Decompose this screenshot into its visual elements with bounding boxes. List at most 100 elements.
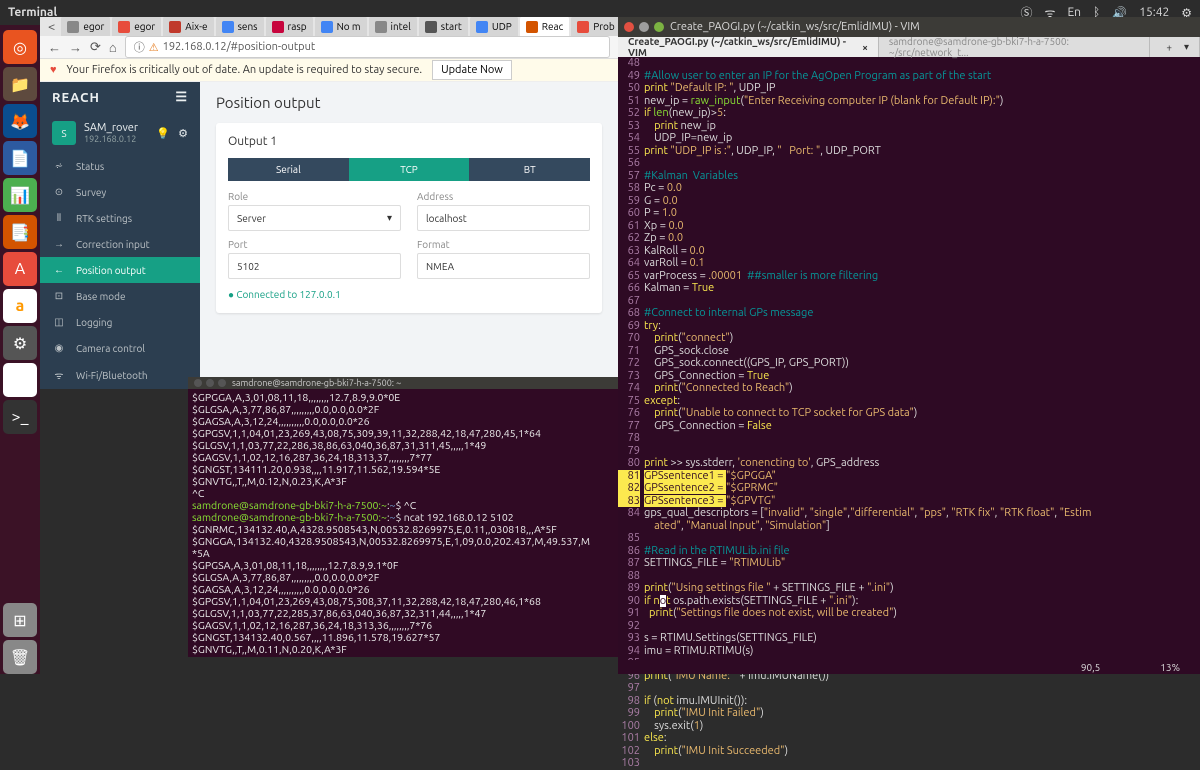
- connection-status: ● Connected to 127.0.0.1: [228, 289, 590, 301]
- update-warning-bar: ♥ Your Firefox is critically out of date…: [40, 59, 618, 82]
- output-card: Output 1 SerialTCPBT Role Server▾ Addres…: [216, 123, 602, 313]
- chevron-down-icon: ▾: [387, 212, 392, 224]
- close-icon[interactable]: [624, 22, 634, 32]
- terminal-tab[interactable]: samdrone@samdrone-gb-bki7-h-a-7500: ~/sr…: [879, 37, 1150, 57]
- firefox-tab-strip: < egoregorAix-esensraspNo mintelstartUDP…: [40, 17, 618, 36]
- address-input[interactable]: localhost: [417, 205, 590, 231]
- heart-icon: ♥: [50, 64, 57, 76]
- device-name: SAM_rover: [84, 122, 148, 134]
- vim-terminal-window[interactable]: Create_PAOGI.py (~/catkin_ws/src/EmlidIM…: [618, 17, 1200, 674]
- cursor-pos: 90,5: [1081, 662, 1100, 673]
- reach-device-header: S SAM_rover 192.168.0.12 💡 ⚙: [40, 113, 200, 153]
- back-button[interactable]: ←: [48, 40, 61, 55]
- minimize-icon[interactable]: [206, 379, 214, 387]
- role-label: Role: [228, 191, 401, 202]
- tab-menu-icon[interactable]: ▾: [1184, 41, 1189, 53]
- terminal-content[interactable]: $GPGGA,A,3,01,08,11,18,,,,,,,,12.7,8.9,9…: [188, 389, 618, 657]
- protocol-tabs: SerialTCPBT: [228, 158, 590, 181]
- scroll-pct: 13%: [1160, 662, 1180, 673]
- launcher-files[interactable]: 📁: [3, 67, 37, 101]
- gear-icon[interactable]: ⚙: [178, 127, 188, 140]
- role-select[interactable]: Server▾: [228, 205, 401, 231]
- sidebar-item-rtk-settings[interactable]: ⫴RTK settings: [40, 205, 200, 231]
- sidebar-item-correction-input[interactable]: →Correction input: [40, 231, 200, 257]
- gnome-terminal-window[interactable]: samdrone@samdrone-gb-bki7-h-a-7500: ~ $G…: [188, 377, 618, 657]
- launcher-amazon[interactable]: a: [3, 289, 37, 323]
- tab-tcp[interactable]: TCP: [349, 158, 470, 181]
- browser-tab[interactable]: Prob: [571, 17, 618, 36]
- maximize-icon[interactable]: [218, 379, 226, 387]
- launcher-software[interactable]: A: [3, 252, 37, 286]
- launcher-writer[interactable]: 📄: [3, 141, 37, 175]
- device-avatar: S: [52, 121, 76, 145]
- sidebar-item-position-output[interactable]: ←Position output: [40, 257, 200, 283]
- update-now-button[interactable]: Update Now: [432, 60, 512, 80]
- port-input[interactable]: 5102: [228, 253, 401, 279]
- reach-main: Position output Output 1 SerialTCPBT Rol…: [200, 82, 618, 389]
- browser-tab[interactable]: egor: [112, 17, 161, 36]
- minimize-icon[interactable]: [639, 22, 649, 32]
- format-label: Format: [417, 239, 590, 250]
- format-select[interactable]: NMEA: [417, 253, 590, 279]
- hazard-icon: ⚠: [149, 41, 159, 54]
- address-label: Address: [417, 191, 590, 202]
- warning-text: Your Firefox is critically out of date. …: [67, 64, 423, 76]
- close-icon[interactable]: ×: [862, 42, 868, 53]
- sidebar-item-wi-fi-bluetooth[interactable]: ᯤWi-Fi/Bluetooth: [40, 361, 200, 389]
- browser-tab[interactable]: No m: [315, 17, 367, 36]
- site-info-icon[interactable]: ⓘ: [134, 39, 145, 55]
- terminal-tab[interactable]: Create_PAOGI.py (~/catkin_ws/src/EmlidIM…: [618, 37, 879, 57]
- ubuntu-launcher: ◎ 📁 🦊 📄 📊 📑 A a ⚙ ◉ >_ ⊞ 🗑: [0, 25, 40, 674]
- firefox-window: < egoregorAix-esensraspNo mintelstartUDP…: [40, 17, 618, 389]
- launcher-impress[interactable]: 📑: [3, 215, 37, 249]
- lightbulb-icon[interactable]: 💡: [156, 127, 170, 140]
- menu-icon[interactable]: ☰: [175, 90, 188, 105]
- new-tab-button[interactable]: +: [1160, 42, 1178, 53]
- card-title: Output 1: [228, 135, 590, 148]
- terminal-tabs: Create_PAOGI.py (~/catkin_ws/src/EmlidIM…: [618, 37, 1200, 57]
- device-ip: 192.168.0.12: [84, 134, 148, 144]
- url-text: 192.168.0.12/#position-output: [163, 41, 316, 53]
- launcher-trash[interactable]: 🗑: [3, 640, 37, 674]
- reach-logo: REACH ☰: [40, 82, 200, 113]
- vim-titlebar: Create_PAOGI.py (~/catkin_ws/src/EmlidIM…: [618, 17, 1200, 37]
- sidebar-item-base-mode[interactable]: ⊡Base mode: [40, 283, 200, 309]
- launcher-extra-1[interactable]: ⊞: [3, 603, 37, 637]
- browser-tab[interactable]: rasp: [266, 17, 313, 36]
- sidebar-item-status[interactable]: ⩫Status: [40, 153, 200, 179]
- browser-tab[interactable]: start: [419, 17, 468, 36]
- close-icon[interactable]: [194, 379, 202, 387]
- browser-tab[interactable]: Reac: [520, 17, 570, 36]
- launcher-settings[interactable]: ⚙: [3, 326, 37, 360]
- launcher-calc[interactable]: 📊: [3, 178, 37, 212]
- back-tab-chevron[interactable]: <: [44, 20, 59, 34]
- tab-serial[interactable]: Serial: [228, 158, 349, 181]
- launcher-firefox[interactable]: 🦊: [3, 104, 37, 138]
- browser-tab[interactable]: sens: [216, 17, 264, 36]
- browser-tab[interactable]: UDP: [470, 17, 518, 36]
- browser-tab[interactable]: Aix-e: [163, 17, 213, 36]
- page-title: Position output: [216, 94, 602, 111]
- launcher-terminal[interactable]: >_: [3, 400, 37, 434]
- terminal-title: samdrone@samdrone-gb-bki7-h-a-7500: ~: [232, 378, 401, 388]
- launcher-ubuntu[interactable]: ◎: [3, 30, 37, 64]
- home-button[interactable]: ⌂: [109, 40, 117, 55]
- firefox-toolbar: ← → ⟳ ⌂ ⓘ ⚠ 192.168.0.12/#position-outpu…: [40, 36, 618, 59]
- browser-tab[interactable]: intel: [369, 17, 417, 36]
- url-bar[interactable]: ⓘ ⚠ 192.168.0.12/#position-output: [125, 36, 610, 58]
- sidebar-item-logging[interactable]: ◫Logging: [40, 309, 200, 335]
- sidebar-item-camera-control[interactable]: ◉Camera control: [40, 335, 200, 361]
- sidebar-item-survey[interactable]: ⊙Survey: [40, 179, 200, 205]
- reach-app: REACH ☰ S SAM_rover 192.168.0.12 💡 ⚙ ⩫St…: [40, 82, 618, 389]
- browser-tab[interactable]: egor: [61, 17, 110, 36]
- reach-nav: ⩫Status⊙Survey⫴RTK settings→Correction i…: [40, 153, 200, 389]
- forward-button[interactable]: →: [69, 40, 82, 55]
- reload-button[interactable]: ⟳: [90, 40, 101, 55]
- vim-statusbar: 90,5 13%: [618, 660, 1200, 674]
- vim-window-title: Create_PAOGI.py (~/catkin_ws/src/EmlidIM…: [670, 21, 920, 33]
- reach-sidebar: REACH ☰ S SAM_rover 192.168.0.12 💡 ⚙ ⩫St…: [40, 82, 200, 389]
- tab-bt[interactable]: BT: [469, 158, 590, 181]
- maximize-icon[interactable]: [654, 22, 664, 32]
- port-label: Port: [228, 239, 401, 250]
- launcher-chromium[interactable]: ◉: [3, 363, 37, 397]
